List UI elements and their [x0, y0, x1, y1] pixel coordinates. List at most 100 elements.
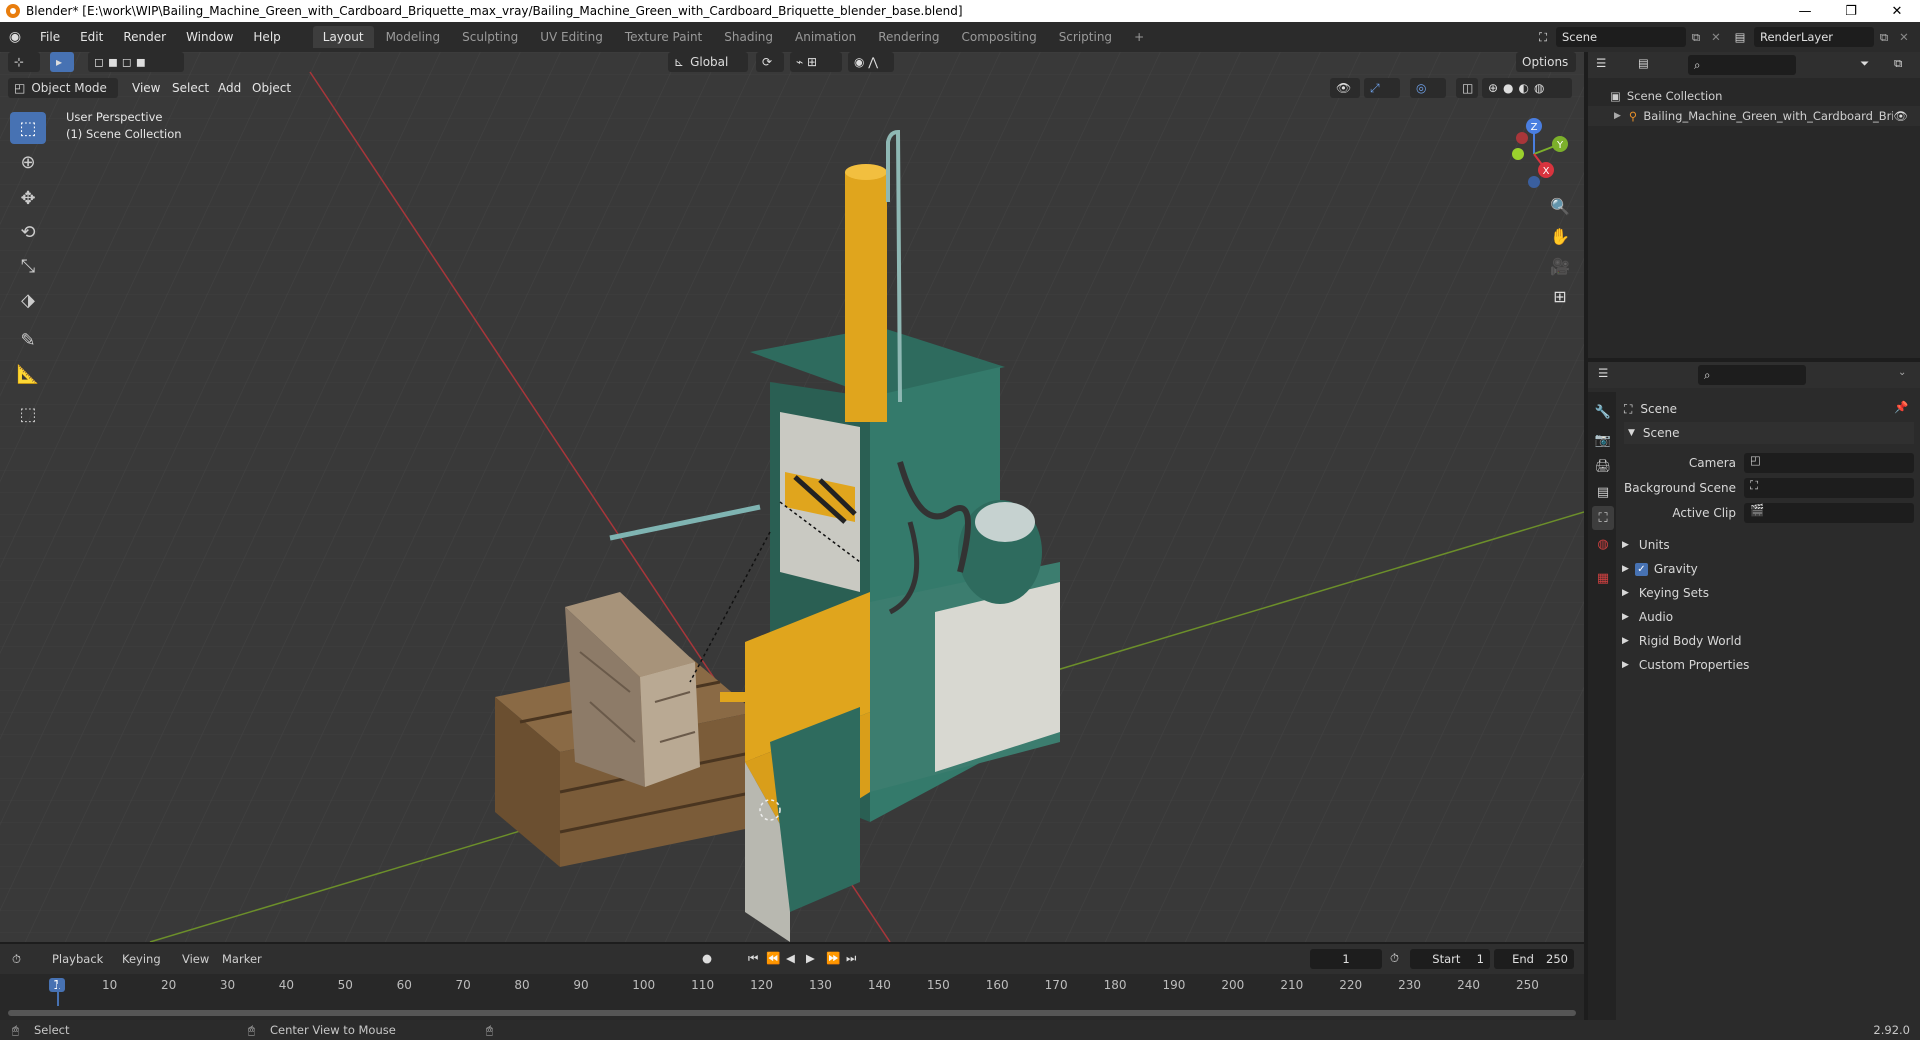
- overlays-toggle[interactable]: ◎: [1410, 78, 1446, 98]
- scene-collection-row[interactable]: ▣ Scene Collection: [1588, 86, 1920, 106]
- timeline-menu-playback[interactable]: Playback: [52, 952, 103, 966]
- panel-audio[interactable]: ▶ Audio: [1622, 606, 1673, 628]
- viewport-menu-add[interactable]: Add: [218, 81, 241, 95]
- timeline-menu-view[interactable]: View: [182, 952, 209, 966]
- texture-tab-icon[interactable]: ▦: [1592, 566, 1614, 590]
- camera-view-icon[interactable]: 🎥: [1546, 252, 1574, 280]
- panel-units[interactable]: ▶ Units: [1622, 534, 1670, 556]
- tab-rendering[interactable]: Rendering: [868, 26, 949, 48]
- menu-file[interactable]: File: [30, 30, 70, 44]
- zoom-icon[interactable]: 🔍: [1546, 192, 1574, 220]
- viewport-menu-view[interactable]: View: [132, 81, 160, 95]
- menu-window[interactable]: Window: [176, 30, 243, 44]
- ortho-grid-icon[interactable]: ⊞: [1546, 282, 1574, 310]
- scale-tool-icon[interactable]: ⤡: [10, 250, 46, 282]
- timeline-menu-keying[interactable]: Keying: [122, 952, 161, 966]
- 3d-viewport[interactable]: ⊹ ▸ ◻◼◻◼ ⊾ Global ⟳ ⌁ ⊞ ◉ ⋀ Options ◰ Ob…: [0, 52, 1584, 942]
- blender-menu-icon[interactable]: ◉: [0, 29, 30, 45]
- timeline-scrollbar[interactable]: [8, 1010, 1576, 1016]
- current-frame-field[interactable]: 1: [1310, 949, 1382, 969]
- viewport-menu-object[interactable]: Object: [252, 81, 291, 95]
- jump-end-icon[interactable]: ⏭: [846, 951, 856, 966]
- timeline-editor-icon[interactable]: ⏱: [12, 952, 21, 967]
- new-collection-icon[interactable]: ⧉: [1894, 56, 1902, 71]
- panel-gravity[interactable]: ▶ ✓ Gravity: [1622, 558, 1698, 580]
- gizmo-toggle[interactable]: ⤢: [1364, 78, 1400, 98]
- tab-animation[interactable]: Animation: [785, 26, 866, 48]
- xray-toggle[interactable]: ◫: [1456, 78, 1478, 98]
- end-frame-field[interactable]: End 250: [1494, 949, 1574, 969]
- scene-icon[interactable]: ⛶: [1530, 30, 1556, 45]
- snap-toggle[interactable]: ⌁ ⊞: [790, 52, 842, 72]
- outliner-item-row[interactable]: ▶ ⚲ Bailing_Machine_Green_with_Cardboard…: [1588, 106, 1920, 126]
- tweak-tool-icon[interactable]: ⬚: [10, 112, 46, 144]
- menu-help[interactable]: Help: [243, 30, 290, 44]
- stopwatch-icon[interactable]: ⏱: [1390, 951, 1399, 966]
- scene-section-header[interactable]: ▼ Scene: [1624, 422, 1914, 444]
- outliner-editor-icon[interactable]: ☰: [1596, 56, 1606, 70]
- shading-modes[interactable]: ⊕●◐◍: [1482, 78, 1572, 98]
- transform-orientation-dropdown[interactable]: ⊾ Global: [668, 52, 748, 72]
- tab-layout[interactable]: Layout: [312, 26, 374, 48]
- background-scene-field[interactable]: ⛶: [1744, 478, 1914, 498]
- object-mode-dropdown[interactable]: ◰ Object Mode: [8, 78, 118, 98]
- play-icon[interactable]: ▶: [806, 951, 815, 965]
- properties-search-input[interactable]: ⌕: [1698, 365, 1806, 385]
- visibility-dropdown[interactable]: 👁: [1330, 78, 1360, 98]
- delete-scene-icon[interactable]: ✕: [1706, 30, 1726, 44]
- options-dropdown[interactable]: Options: [1516, 52, 1576, 72]
- measure-tool-icon[interactable]: 📐: [10, 358, 46, 390]
- editor-type-button[interactable]: ⊹: [8, 52, 40, 72]
- pan-hand-icon[interactable]: ✋: [1546, 222, 1574, 250]
- menu-edit[interactable]: Edit: [70, 30, 113, 44]
- tab-uv-editing[interactable]: UV Editing: [530, 26, 613, 48]
- cursor-tool-icon[interactable]: ⊕: [10, 146, 46, 178]
- tab-compositing[interactable]: Compositing: [951, 26, 1046, 48]
- annotate-tool-icon[interactable]: ✎: [10, 324, 46, 356]
- tool-tab-icon[interactable]: 🔧: [1592, 400, 1614, 424]
- move-tool-icon[interactable]: ✥: [10, 182, 46, 214]
- restore-icon[interactable]: ❐: [1828, 4, 1874, 19]
- add-cube-tool-icon[interactable]: ⬚: [10, 398, 46, 430]
- select-tool-button[interactable]: ▸: [50, 52, 74, 72]
- start-frame-field[interactable]: Start 1: [1410, 949, 1490, 969]
- outliner-search-input[interactable]: ⌕: [1688, 55, 1796, 75]
- new-layer-icon[interactable]: ⧉: [1874, 30, 1894, 45]
- viewport-menu-select[interactable]: Select: [172, 81, 209, 95]
- world-tab-icon[interactable]: ◍: [1592, 532, 1614, 556]
- record-icon[interactable]: ●: [702, 951, 712, 965]
- proportional-editing-toggle[interactable]: ◉ ⋀: [848, 52, 894, 72]
- properties-editor-icon[interactable]: ☰: [1598, 366, 1608, 380]
- menu-render[interactable]: Render: [113, 30, 176, 44]
- timeline-menu-marker[interactable]: Marker: [222, 952, 262, 966]
- properties-options-icon[interactable]: ⌄: [1898, 367, 1906, 378]
- play-reverse-icon[interactable]: ◀: [786, 951, 795, 965]
- scene-selector[interactable]: Scene: [1556, 27, 1686, 47]
- camera-field[interactable]: ◰: [1744, 453, 1914, 473]
- minimize-icon[interactable]: —: [1782, 4, 1828, 19]
- expand-arrow-icon[interactable]: ▶: [1614, 111, 1621, 121]
- eye-visibility-icon[interactable]: 👁: [1893, 109, 1908, 123]
- gravity-checkbox[interactable]: ✓: [1634, 562, 1648, 576]
- add-workspace-icon[interactable]: +: [1124, 26, 1154, 48]
- delete-layer-icon[interactable]: ✕: [1894, 30, 1914, 44]
- render-tab-icon[interactable]: 📷: [1592, 428, 1614, 452]
- next-keyframe-icon[interactable]: ⏩: [826, 951, 840, 965]
- panel-keying-sets[interactable]: ▶ Keying Sets: [1622, 582, 1709, 604]
- selection-mode-buttons[interactable]: ◻◼◻◼: [88, 52, 184, 72]
- close-icon[interactable]: ✕: [1874, 4, 1920, 19]
- tab-shading[interactable]: Shading: [714, 26, 783, 48]
- tab-texture-paint[interactable]: Texture Paint: [615, 26, 712, 48]
- jump-start-icon[interactable]: ⏮: [748, 951, 758, 966]
- render-layer-selector[interactable]: RenderLayer: [1754, 27, 1874, 47]
- filter-icon[interactable]: ⏷: [1860, 56, 1869, 71]
- display-mode-icon[interactable]: ▤: [1638, 56, 1649, 70]
- render-layer-icon[interactable]: ▤: [1726, 30, 1754, 44]
- pivot-dropdown[interactable]: ⟳: [756, 52, 784, 72]
- panel-custom-properties[interactable]: ▶ Custom Properties: [1622, 654, 1749, 676]
- pin-icon[interactable]: 📌: [1894, 400, 1908, 414]
- tab-modeling[interactable]: Modeling: [376, 26, 451, 48]
- tab-scripting[interactable]: Scripting: [1049, 26, 1122, 48]
- panel-rigid-body-world[interactable]: ▶ Rigid Body World: [1622, 630, 1741, 652]
- navigation-gizmo[interactable]: Z Y X: [1494, 114, 1574, 194]
